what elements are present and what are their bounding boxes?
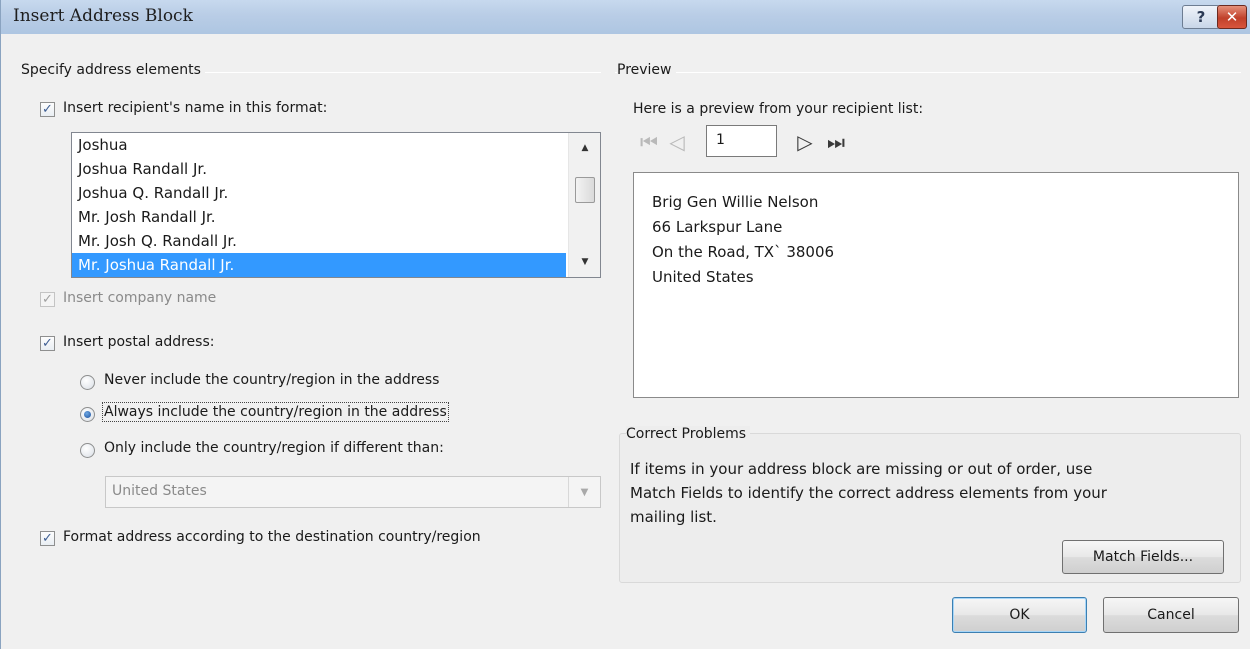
only-if-different-label[interactable]: Only include the country/region if diffe… [104,440,444,456]
format-by-country-checkbox[interactable]: ✓ [40,531,55,546]
preview-intro-text: Here is a preview from your recipient li… [633,101,924,117]
preview-group-line [615,72,1241,73]
checkmark-icon: ✓ [42,292,53,307]
list-item[interactable]: Joshua [72,133,566,157]
checkmark-icon: ✓ [42,336,53,351]
next-record-icon[interactable]: ▷ [793,124,817,160]
last-record-icon[interactable]: ⏭ [823,124,849,160]
insert-address-block-dialog: Insert Address Block ? ✕ Specify address… [0,0,1250,649]
scroll-down-arrow-icon[interactable]: ▼ [569,251,601,273]
first-record-icon[interactable]: ⏮ [637,124,661,160]
preview-address-line: United States [652,268,754,286]
preview-address-line: 66 Larkspur Lane [652,218,783,236]
checkmark-icon: ✓ [42,531,53,546]
close-button[interactable]: ✕ [1217,5,1247,29]
name-format-listbox[interactable]: Joshua Joshua Randall Jr. Joshua Q. Rand… [71,132,601,278]
checkmark-icon: ✓ [42,102,53,117]
list-item[interactable]: Mr. Josh Randall Jr. [72,205,566,229]
postal-address-label[interactable]: Insert postal address: [63,334,214,350]
correct-problems-group-label: Correct Problems [626,426,751,442]
never-include-country-label[interactable]: Never include the country/region in the … [104,372,439,388]
correct-problems-group: Correct Problems If items in your addres… [619,426,1241,583]
never-include-country-radio[interactable] [80,375,95,390]
help-icon: ? [1196,8,1206,26]
preview-address-line: Brig Gen Willie Nelson [652,193,819,211]
list-item[interactable]: Joshua Q. Randall Jr. [72,181,566,205]
chevron-down-icon[interactable]: ▼ [568,477,600,507]
list-item[interactable]: Joshua Randall Jr. [72,157,566,181]
company-name-label: Insert company name [63,290,217,306]
always-include-country-label[interactable]: Always include the country/region in the… [102,402,449,422]
address-elements-group-label: Specify address elements [21,62,205,78]
postal-address-checkbox[interactable]: ✓ [40,336,55,351]
preview-group-label: Preview [617,62,676,78]
listbox-scrollbar[interactable]: ▲ ▼ [568,133,600,277]
scroll-up-arrow-icon[interactable]: ▲ [569,137,601,159]
company-name-checkbox[interactable]: ✓ [40,292,55,307]
address-preview-box: Brig Gen Willie Nelson 66 Larkspur Lane … [633,172,1239,398]
list-item[interactable]: Mr. Josh Q. Randall Jr. [72,229,566,253]
list-item-selected[interactable]: Mr. Joshua Randall Jr. [72,253,566,277]
help-button[interactable]: ? [1182,5,1220,29]
match-fields-button[interactable]: Match Fields... [1062,540,1224,574]
preview-address-line: On the Road, TX` 38006 [652,243,835,261]
scroll-thumb[interactable] [575,177,595,203]
recipient-name-checkbox[interactable]: ✓ [40,102,55,117]
window-title: Insert Address Block [13,6,193,26]
ok-button[interactable]: OK [952,597,1087,633]
always-include-country-radio[interactable] [80,407,95,422]
format-by-country-label[interactable]: Format address according to the destinat… [63,529,481,545]
record-number-input[interactable]: 1 [706,125,777,157]
correct-problems-text-line: mailing list. [630,508,717,526]
cancel-button[interactable]: Cancel [1103,597,1239,633]
country-select[interactable]: United States ▼ [105,476,601,508]
title-bar: Insert Address Block ? ✕ [1,0,1250,34]
recipient-name-label[interactable]: Insert recipient's name in this format: [63,100,327,116]
country-select-value: United States [112,483,207,499]
only-if-different-radio[interactable] [80,443,95,458]
correct-problems-text-line: If items in your address block are missi… [630,460,1093,478]
correct-problems-text-line: Match Fields to identify the correct add… [630,484,1107,502]
previous-record-icon[interactable]: ◁ [665,124,689,160]
close-icon: ✕ [1225,8,1239,26]
